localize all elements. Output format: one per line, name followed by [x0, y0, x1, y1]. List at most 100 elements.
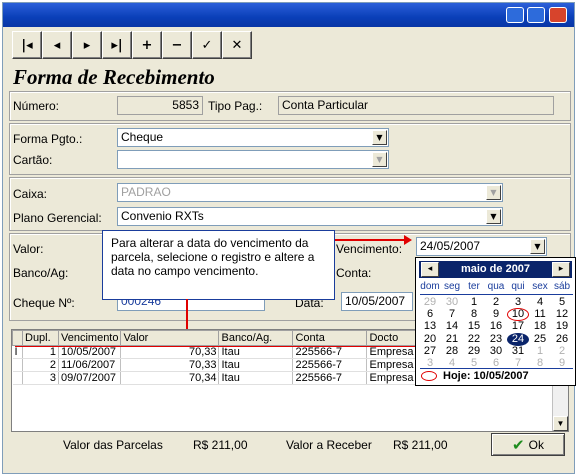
- insert-button[interactable]: +: [132, 31, 162, 59]
- column-header[interactable]: Dupl.: [22, 330, 59, 346]
- chevron-down-icon[interactable]: ▼: [486, 209, 501, 224]
- calendar-day[interactable]: 20: [419, 333, 441, 346]
- calendar-day[interactable]: 31: [507, 345, 529, 358]
- calendar-day[interactable]: 10: [507, 308, 529, 322]
- cell-vencimento[interactable]: 11/06/2007: [58, 358, 122, 372]
- calendar-day[interactable]: 29: [419, 296, 441, 309]
- calendar-day[interactable]: 15: [463, 320, 485, 333]
- arrow-to-grid: [186, 299, 188, 333]
- forma-pgto-select[interactable]: Cheque ▼: [117, 128, 389, 147]
- calendar-day[interactable]: 12: [551, 308, 573, 321]
- chevron-down-icon[interactable]: ▼: [530, 239, 545, 254]
- calendar-day[interactable]: 29: [463, 345, 485, 358]
- cell-valor[interactable]: 70,33: [120, 358, 220, 372]
- vencimento-field[interactable]: 24/05/2007 ▼: [416, 237, 547, 256]
- row-indicator[interactable]: [12, 371, 23, 385]
- calendar-day[interactable]: 1: [529, 345, 551, 358]
- calendar-day[interactable]: 17: [507, 320, 529, 333]
- calendar-day[interactable]: 9: [485, 308, 507, 321]
- cell-conta[interactable]: 225566-7: [292, 345, 368, 359]
- table-row[interactable]: 3 09/07/2007 70,34 Itau 225566-7 Empresa M: [12, 371, 440, 385]
- prev-month-icon[interactable]: ◂: [421, 262, 439, 277]
- calendar-day[interactable]: 21: [441, 333, 463, 346]
- calendar-day[interactable]: 16: [485, 320, 507, 333]
- ok-button[interactable]: ✔ Ok: [491, 433, 565, 456]
- calendar-day[interactable]: 7: [441, 308, 463, 321]
- calendar-day[interactable]: 3: [507, 296, 529, 309]
- column-header[interactable]: Valor: [120, 330, 220, 346]
- cancel-button[interactable]: ✕: [222, 31, 252, 59]
- scroll-down-icon[interactable]: ▼: [553, 416, 568, 431]
- plano-gerencial-select[interactable]: Convenio RXTs ▼: [117, 207, 503, 226]
- cell-conta[interactable]: 225566-7: [292, 358, 368, 372]
- receber-label: Valor a Receber: [286, 438, 372, 452]
- prev-record-icon: ◂: [53, 37, 61, 53]
- cell-banco[interactable]: Itau: [218, 358, 294, 372]
- weekday-label: sáb: [553, 281, 571, 292]
- calendar-day[interactable]: 11: [529, 308, 551, 321]
- close-button[interactable]: [549, 7, 567, 23]
- vencimento-label: Vencimento:: [336, 242, 403, 256]
- calendar-day[interactable]: 30: [441, 296, 463, 309]
- column-header[interactable]: Vencimento: [57, 330, 122, 346]
- calendar-day[interactable]: 1: [463, 296, 485, 309]
- cartao-select[interactable]: ▼: [117, 150, 389, 169]
- chevron-down-icon[interactable]: ▼: [372, 152, 387, 167]
- cell-valor[interactable]: 70,34: [120, 371, 220, 385]
- delete-icon: −: [171, 37, 183, 53]
- first-record-button[interactable]: |◂: [12, 31, 42, 59]
- cell-vencimento[interactable]: 10/05/2007: [58, 345, 122, 359]
- calendar-day[interactable]: 19: [551, 320, 573, 333]
- caixa-select[interactable]: PADRAO ▼: [117, 183, 503, 202]
- calendar-day[interactable]: 18: [529, 320, 551, 333]
- calendar-day[interactable]: 26: [551, 333, 573, 346]
- calendar-header: ◂ maio de 2007 ▸: [419, 261, 572, 278]
- cell-banco[interactable]: Itau: [218, 371, 294, 385]
- calendar-day[interactable]: 24: [507, 332, 529, 346]
- cell-valor[interactable]: 70,33: [120, 345, 220, 359]
- cell-dupl[interactable]: 3: [22, 371, 59, 385]
- next-record-button[interactable]: ▸: [72, 31, 102, 59]
- calendar-day[interactable]: 2: [551, 345, 573, 358]
- last-record-button[interactable]: ▸|: [102, 31, 132, 59]
- delete-button[interactable]: −: [162, 31, 192, 59]
- prev-record-button[interactable]: ◂: [42, 31, 72, 59]
- cell-vencimento[interactable]: 09/07/2007: [58, 371, 122, 385]
- minimize-button[interactable]: [506, 7, 524, 23]
- chevron-down-icon[interactable]: ▼: [486, 185, 501, 200]
- maximize-button[interactable]: [527, 7, 545, 23]
- calendar-day[interactable]: 23: [485, 333, 507, 346]
- next-month-icon[interactable]: ▸: [552, 262, 570, 277]
- cell-banco[interactable]: Itau: [218, 345, 294, 359]
- column-header[interactable]: Banco/Ag.: [218, 330, 294, 346]
- calendar-day[interactable]: 8: [463, 308, 485, 321]
- calendar-day[interactable]: 13: [419, 320, 441, 333]
- column-header[interactable]: Conta: [292, 330, 368, 346]
- calendar-day[interactable]: 14: [441, 320, 463, 333]
- data-field[interactable]: 10/05/2007: [341, 292, 413, 311]
- calendar-day[interactable]: 5: [551, 296, 573, 309]
- calendar-day[interactable]: 28: [441, 345, 463, 358]
- arrow-to-vencimento: [335, 239, 405, 241]
- calendar-day[interactable]: 22: [463, 333, 485, 346]
- calendar-day[interactable]: 4: [529, 296, 551, 309]
- chevron-down-icon[interactable]: ▼: [372, 130, 387, 145]
- row-indicator[interactable]: [12, 358, 23, 372]
- navigator-toolbar: |◂ ◂ ▸ ▸| + − ✓ ✕: [3, 29, 574, 63]
- calendar-day[interactable]: 2: [485, 296, 507, 309]
- forma-pgto-label: Forma Pgto.:: [13, 132, 83, 146]
- cell-dupl[interactable]: 1: [22, 345, 59, 359]
- calendar-day[interactable]: 6: [419, 308, 441, 321]
- calendar-day[interactable]: 25: [529, 333, 551, 346]
- post-button[interactable]: ✓: [192, 31, 222, 59]
- table-row[interactable]: 2 11/06/2007 70,33 Itau 225566-7 Empresa M: [12, 358, 440, 372]
- today-label[interactable]: Hoje: 10/05/2007: [443, 370, 529, 382]
- calendar-day[interactable]: 30: [485, 345, 507, 358]
- row-indicator[interactable]: I: [12, 345, 23, 359]
- cell-conta[interactable]: 225566-7: [292, 371, 368, 385]
- calendar-day[interactable]: 27: [419, 345, 441, 358]
- table-row[interactable]: I 1 10/05/2007 70,33 Itau 225566-7 Empresa M: [12, 345, 440, 359]
- cell-dupl[interactable]: 2: [22, 358, 59, 372]
- weekday-label: qui: [511, 281, 525, 292]
- title-bar: [3, 3, 574, 27]
